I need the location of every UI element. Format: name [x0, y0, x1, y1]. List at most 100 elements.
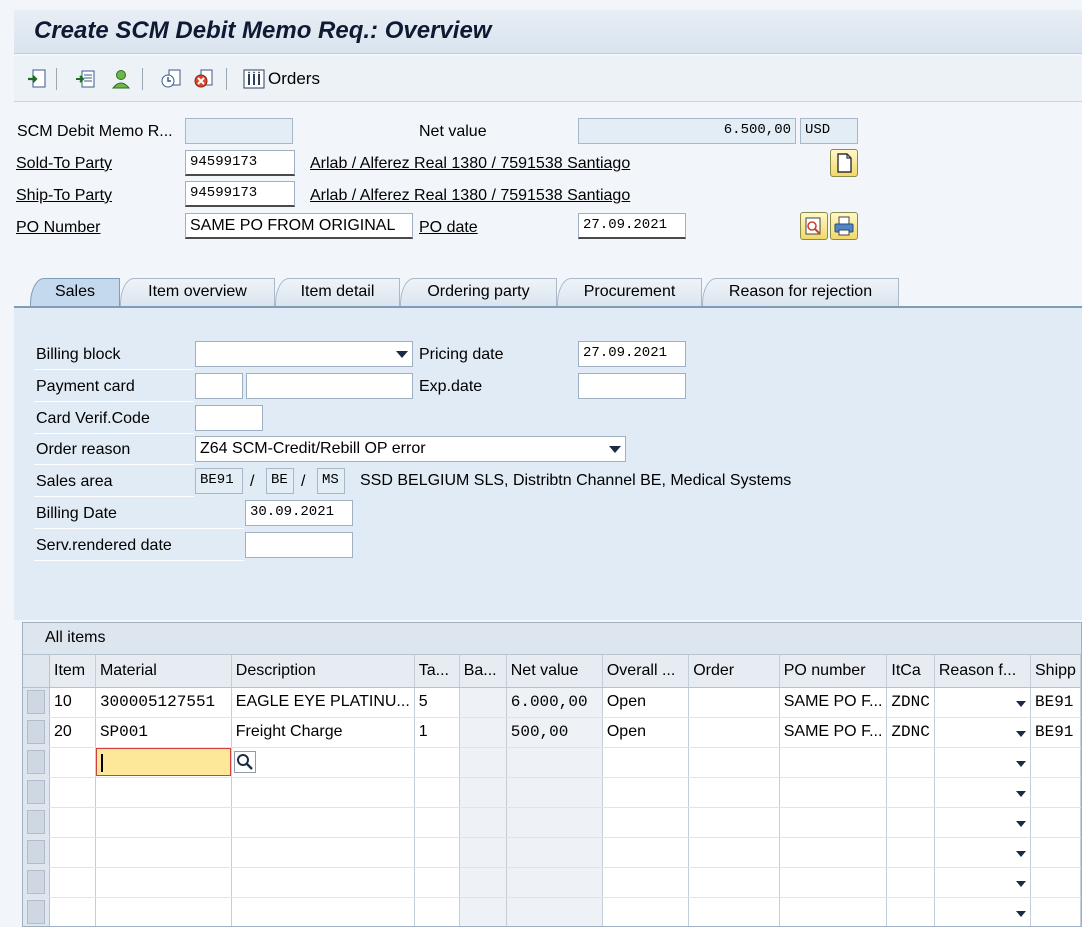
order-cell[interactable]: [688, 747, 780, 778]
item-category-cell[interactable]: [886, 747, 935, 778]
empty-cell[interactable]: [49, 777, 96, 808]
po-detail-button[interactable]: [800, 212, 828, 240]
row-selector[interactable]: [23, 867, 51, 898]
item-number-cell[interactable]: [49, 747, 96, 778]
empty-cell[interactable]: [49, 897, 96, 926]
chevron-down-icon[interactable]: [1016, 761, 1026, 767]
empty-cell[interactable]: [779, 837, 888, 868]
empty-cell[interactable]: [688, 897, 780, 926]
orders-button[interactable]: Orders: [243, 67, 320, 91]
empty-cell[interactable]: [886, 837, 935, 868]
empty-cell[interactable]: [414, 807, 460, 838]
partner-person-icon[interactable]: [110, 68, 132, 90]
sold-to-label[interactable]: Sold-To Party: [16, 155, 112, 173]
empty-cell[interactable]: [886, 777, 935, 808]
material-cell-active[interactable]: [95, 747, 256, 778]
exp-date-input[interactable]: [578, 373, 686, 399]
row-selector[interactable]: [23, 717, 51, 748]
tab-procurement[interactable]: Procurement: [557, 278, 702, 306]
empty-cell[interactable]: [414, 897, 460, 926]
target-qty-cell[interactable]: 5: [414, 687, 460, 718]
order-cell[interactable]: [688, 687, 780, 718]
empty-cell[interactable]: [779, 897, 888, 926]
order-cell[interactable]: [688, 717, 780, 748]
empty-cell[interactable]: [231, 837, 415, 868]
reason-cell[interactable]: [934, 777, 1032, 808]
billing-block-select[interactable]: [195, 341, 413, 367]
reason-cell[interactable]: [934, 747, 1032, 778]
empty-cell[interactable]: [95, 837, 232, 868]
target-qty-cell[interactable]: 1: [414, 717, 460, 748]
po-date-label[interactable]: PO date: [419, 219, 478, 237]
empty-cell[interactable]: [231, 897, 415, 926]
order-reason-select[interactable]: Z64 SCM-Credit/Rebill OP error: [195, 436, 626, 462]
chevron-down-icon[interactable]: [1016, 701, 1026, 707]
reason-cell[interactable]: [934, 807, 1032, 838]
chevron-down-icon[interactable]: [609, 446, 621, 453]
po-number-input[interactable]: SAME PO FROM ORIGINAL: [185, 213, 413, 239]
payment-card-number-input[interactable]: [246, 373, 413, 399]
ship-to-label[interactable]: Ship-To Party: [16, 187, 112, 205]
empty-cell[interactable]: [779, 777, 888, 808]
empty-cell[interactable]: [49, 807, 96, 838]
reason-cell[interactable]: [934, 897, 1032, 926]
payment-card-type-input[interactable]: [195, 373, 243, 399]
empty-cell[interactable]: [459, 777, 507, 808]
item-number-cell[interactable]: 10: [49, 687, 96, 718]
empty-cell[interactable]: [779, 807, 888, 838]
select-all-header[interactable]: [23, 655, 51, 688]
empty-cell[interactable]: [779, 867, 888, 898]
column-header[interactable]: Order: [688, 655, 780, 688]
tab-reason-for-rejection[interactable]: Reason for rejection: [702, 278, 899, 306]
chevron-down-icon[interactable]: [1016, 821, 1026, 827]
item-category-cell[interactable]: ZDNC: [886, 717, 935, 748]
tab-item-detail[interactable]: Item detail: [275, 278, 400, 306]
empty-cell[interactable]: [459, 837, 507, 868]
po-number-cell[interactable]: SAME PO F...: [779, 717, 888, 748]
row-selector[interactable]: [23, 687, 51, 718]
empty-cell[interactable]: [459, 807, 507, 838]
tab-sales[interactable]: Sales: [30, 278, 120, 306]
shipping-cell[interactable]: BE91: [1030, 717, 1081, 748]
chevron-down-icon[interactable]: [1016, 881, 1026, 887]
billing-date-input[interactable]: 30.09.2021: [245, 500, 353, 526]
column-header[interactable]: Material: [95, 655, 232, 688]
base-unit-cell[interactable]: [459, 687, 507, 718]
empty-cell[interactable]: [231, 867, 415, 898]
empty-cell[interactable]: [49, 867, 96, 898]
column-header[interactable]: PO number: [779, 655, 888, 688]
description-cell[interactable]: Freight Charge: [231, 717, 415, 748]
shipping-cell[interactable]: BE91: [1030, 687, 1081, 718]
column-header[interactable]: ItCa: [886, 655, 935, 688]
empty-cell[interactable]: [688, 867, 780, 898]
empty-cell[interactable]: [886, 807, 935, 838]
search-help-button[interactable]: [233, 751, 256, 773]
base-unit-cell[interactable]: [459, 747, 507, 778]
po-number-label[interactable]: PO Number: [16, 219, 100, 237]
column-header[interactable]: Overall ...: [602, 655, 690, 688]
column-header[interactable]: Shipp: [1030, 655, 1081, 688]
empty-cell[interactable]: [886, 897, 935, 926]
row-selector[interactable]: [23, 777, 51, 808]
empty-cell[interactable]: [886, 867, 935, 898]
empty-cell[interactable]: [459, 897, 507, 926]
sold-to-input[interactable]: 94599173: [185, 150, 295, 176]
description-cell[interactable]: EAGLE EYE PLATINU...: [231, 687, 415, 718]
row-selector[interactable]: [23, 807, 51, 838]
empty-cell[interactable]: [688, 777, 780, 808]
po-number-cell[interactable]: SAME PO F...: [779, 687, 888, 718]
row-selector[interactable]: [23, 747, 51, 778]
empty-cell[interactable]: [95, 867, 232, 898]
item-number-cell[interactable]: 20: [49, 717, 96, 748]
column-header[interactable]: Ba...: [459, 655, 507, 688]
empty-cell[interactable]: [1030, 867, 1081, 898]
memo-number-field[interactable]: [185, 118, 293, 144]
pricing-date-input[interactable]: 27.09.2021: [578, 341, 686, 367]
empty-cell[interactable]: [414, 867, 460, 898]
column-header[interactable]: Ta...: [414, 655, 460, 688]
po-print-button[interactable]: [830, 212, 858, 240]
chevron-down-icon[interactable]: [1016, 911, 1026, 917]
empty-cell[interactable]: [688, 807, 780, 838]
empty-cell[interactable]: [414, 777, 460, 808]
row-selector[interactable]: [23, 897, 51, 926]
